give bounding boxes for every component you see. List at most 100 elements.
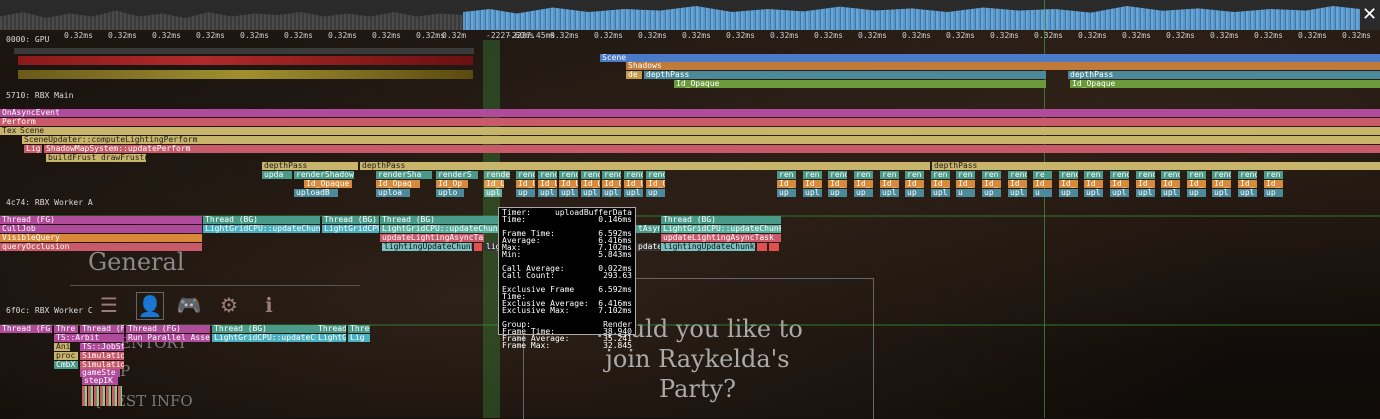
bar-uploa[interactable]: uploa (376, 189, 410, 197)
render-cell-top[interactable]: rend (1161, 171, 1180, 179)
gamepad-icon[interactable]: 🎮 (176, 292, 202, 318)
render-cell-mid[interactable]: Id_O (646, 180, 665, 188)
bar-scene-updater[interactable]: SceneUpdater::computeLightingPerform (22, 136, 1380, 144)
render-cell-bot[interactable]: up (646, 189, 665, 197)
render-cell-bot[interactable]: upl (803, 189, 822, 197)
render-cell-top[interactable]: rend (1238, 171, 1257, 179)
render-cell-top[interactable]: ren (854, 171, 873, 179)
bar-thread-bg[interactable]: Thread (BG) (203, 216, 320, 224)
render-cell-mid[interactable]: Id_ (905, 180, 924, 188)
render-cell-bot[interactable]: up (905, 189, 924, 197)
render-cell-mid[interactable]: Id_ (828, 180, 847, 188)
bar-light-grid[interactable]: LightGridCPU (322, 225, 379, 233)
bar-scene[interactable]: Scene (18, 127, 1380, 135)
bar-lighting-update-chunk[interactable]: lightingUpdateChunk (382, 243, 472, 251)
render-cell-mid[interactable]: Id_ (1264, 180, 1283, 188)
bar-perform[interactable]: Perform (0, 118, 1380, 126)
render-cell-top[interactable]: re (1033, 171, 1052, 179)
render-cell-bot[interactable]: upl (559, 189, 578, 197)
render-cell-top[interactable]: rende (538, 171, 557, 179)
bar-id-opaq[interactable]: Id_Opaq (376, 180, 420, 188)
render-cell-bot[interactable]: upl (1161, 189, 1180, 197)
render-cell-top[interactable]: rend (828, 171, 847, 179)
bar-id-opaque[interactable]: Id_Opaque (304, 180, 352, 188)
render-cell-bot[interactable]: upl (1212, 189, 1231, 197)
render-cell-mid[interactable]: Id_ (956, 180, 975, 188)
bar-game-ste[interactable]: gameSte (80, 369, 120, 377)
gpu-bar-shadows[interactable]: Shadows (626, 62, 1380, 70)
render-cell-top[interactable]: rend (1136, 171, 1155, 179)
render-cell-bot[interactable]: upl (931, 189, 950, 197)
render-cell-mid[interactable]: Id_ (1187, 180, 1206, 188)
render-cell-mid[interactable]: Id_ (1161, 180, 1180, 188)
render-cell-mid[interactable]: Id_U (516, 180, 535, 188)
bar-light-grid[interactable]: LightGridCPU::updateChunkO (661, 225, 781, 233)
bar-on-async-event[interactable]: OnAsyncEvent (0, 109, 1380, 117)
render-cell-bot[interactable]: upl (1136, 189, 1155, 197)
bar-update[interactable]: pdate (636, 243, 660, 251)
bar-thread-fg[interactable]: Thread (FG) (0, 325, 52, 333)
bar-thread-bg[interactable]: Thread (BG) (661, 216, 781, 224)
bar-upl-selected[interactable]: upl (484, 189, 502, 197)
render-cell-mid[interactable]: Id_ (803, 180, 822, 188)
list-icon[interactable]: ☰ (96, 292, 122, 318)
bar-depth-pass[interactable]: depthPass (262, 162, 358, 170)
render-cell-bot[interactable]: u (1033, 189, 1052, 197)
bar-light-grid[interactable]: LightG (316, 334, 346, 342)
render-cell-bot[interactable]: upl (624, 189, 643, 197)
gpu-frame-bar[interactable] (18, 70, 473, 79)
render-cell-bot[interactable]: up (516, 189, 535, 197)
bar-light-grid[interactable]: LightGridCPU::updateChu (212, 334, 316, 342)
gpu-bar-scene[interactable]: Scene (600, 54, 1380, 62)
bar-thread-bg[interactable]: Thread (BG) (380, 216, 498, 224)
bar-proc[interactable]: proc (54, 352, 78, 360)
bar-run-parallel[interactable]: Run Parallel Assem (126, 334, 210, 342)
render-cell-mid[interactable]: Id_O (602, 180, 621, 188)
bar-upload-b[interactable]: uploadB (294, 189, 338, 197)
render-cell-top[interactable]: ren (905, 171, 924, 179)
render-cell-top[interactable]: rend (1059, 171, 1078, 179)
bar-anim[interactable]: Anim (54, 343, 70, 351)
bar-update-lighting[interactable]: updateLightingAsyncTask (661, 234, 781, 242)
render-cell-bot[interactable]: upl (880, 189, 899, 197)
render-cell-mid[interactable]: Id_ (1059, 180, 1078, 188)
render-cell-mid[interactable]: Id_ (1212, 180, 1231, 188)
bar-step-ik[interactable]: stepIK (82, 377, 118, 385)
render-cell-bot[interactable]: upl (1238, 189, 1257, 197)
render-cell-mid[interactable]: Id_ (1238, 180, 1257, 188)
bar-thread-fg[interactable]: Thread (FG) (126, 325, 210, 333)
bar-thread[interactable]: Thre (348, 325, 370, 333)
render-cell-top[interactable]: rende (602, 171, 621, 179)
character-icon[interactable]: 👤 (136, 292, 164, 320)
render-cell-mid[interactable]: Id_ (854, 180, 873, 188)
gpu-bar-depth-pass[interactable]: depthPass (644, 71, 1046, 79)
render-cell-mid[interactable]: Id_U (559, 180, 578, 188)
nested-micro-bars[interactable] (82, 386, 122, 406)
bar-simulatio[interactable]: Simulatio (80, 352, 124, 360)
render-cell-mid[interactable]: Id_ (1008, 180, 1027, 188)
render-cell-top[interactable]: render (559, 171, 578, 179)
render-cell-top[interactable]: rende (581, 171, 600, 179)
info-icon[interactable]: ℹ (256, 292, 282, 318)
render-cell-mid[interactable]: Id_ (880, 180, 899, 188)
bar-lig[interactable]: Lig (24, 145, 42, 153)
render-cell-bot[interactable]: upl (581, 189, 600, 197)
render-cell-top[interactable]: rend (1212, 171, 1231, 179)
frame-history-graph[interactable] (463, 6, 1360, 30)
bar-light-grid[interactable]: LightGridCPU::updateChunk (380, 225, 498, 233)
render-cell-mid[interactable]: Id_U (538, 180, 557, 188)
bar-render-shadow[interactable]: renderShadow (294, 171, 354, 179)
bar-update-lighting[interactable]: updateLightingAsyncTask (380, 234, 484, 242)
bar-visible-query[interactable]: VisibleQuery (0, 234, 202, 242)
bar-lig[interactable]: Lig (348, 334, 370, 342)
render-cell-mid[interactable]: Id_U (624, 180, 643, 188)
gpu-bar-id-opaque[interactable]: Id_Opaque (1070, 80, 1380, 88)
render-cell-top[interactable]: ren (880, 171, 899, 179)
bar-depth-pass[interactable]: depthPass (360, 162, 930, 170)
bar-render-sha[interactable]: renderSha (376, 171, 432, 179)
bar-marker[interactable] (757, 243, 767, 251)
render-cell-mid[interactable]: Id_ (1084, 180, 1103, 188)
render-cell-mid[interactable]: Id_O (581, 180, 600, 188)
render-cell-top[interactable]: ren (956, 171, 975, 179)
bar-marker[interactable] (769, 243, 779, 251)
